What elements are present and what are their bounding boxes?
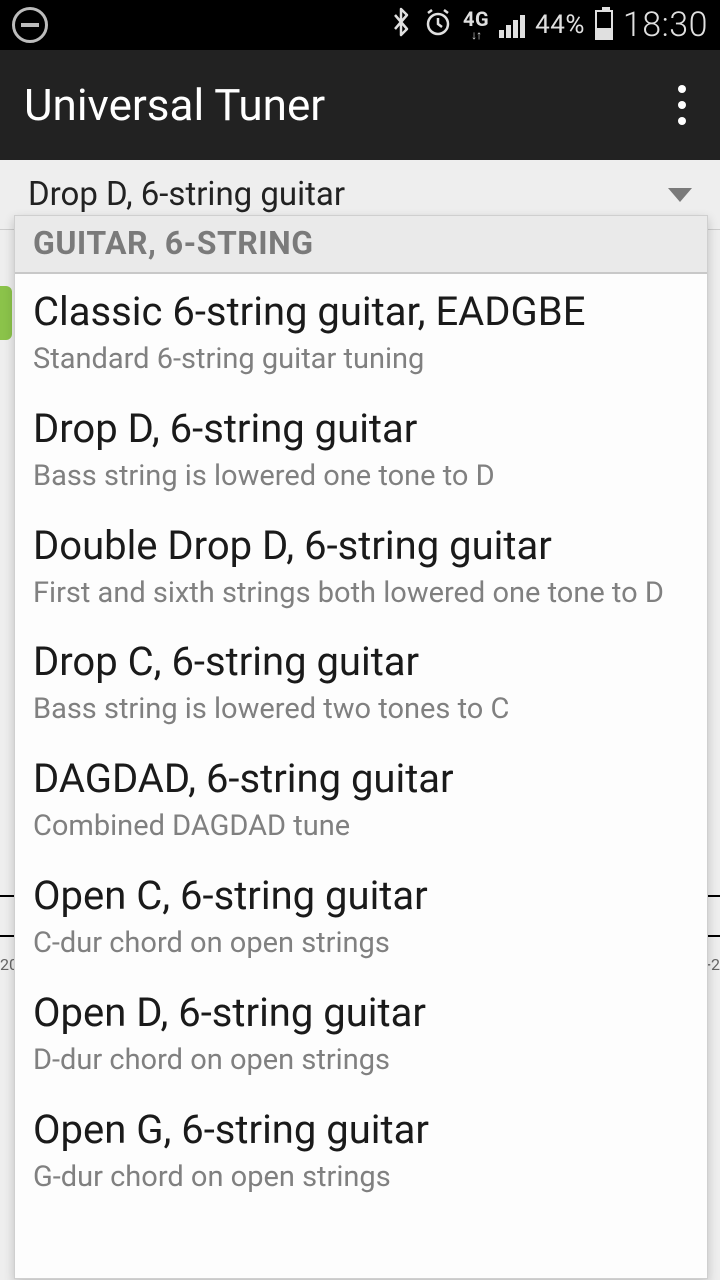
- app-title: Universal Tuner: [24, 79, 325, 131]
- tuning-option[interactable]: DAGDAD, 6-string guitar Combined DAGDAD …: [15, 741, 707, 858]
- tuning-option-subtitle: G-dur chord on open strings: [33, 1160, 689, 1195]
- tuning-option-title: DAGDAD, 6-string guitar: [33, 755, 689, 803]
- chevron-down-icon: [668, 188, 692, 202]
- tuning-spinner-value: Drop D, 6-string guitar: [28, 175, 345, 214]
- tuning-option[interactable]: Open C, 6-string guitar C-dur chord on o…: [15, 858, 707, 975]
- tuning-option-title: Double Drop D, 6-string guitar: [33, 522, 689, 570]
- tuner-indicator: [0, 286, 12, 340]
- status-bar: 4G↓↑ 44% 18:30: [0, 0, 720, 50]
- tuning-option[interactable]: Drop C, 6-string guitar Bass string is l…: [15, 624, 707, 741]
- tuning-option-subtitle: Standard 6-string guitar tuning: [33, 342, 689, 377]
- tuning-option-title: Drop C, 6-string guitar: [33, 638, 689, 686]
- tuning-option-subtitle: Combined DAGDAD tune: [33, 809, 689, 844]
- tuning-option-subtitle: C-dur chord on open strings: [33, 926, 689, 961]
- tuning-option-subtitle: Bass string is lowered two tones to C: [33, 692, 689, 727]
- tuning-option-title: Classic 6-string guitar, EADGBE: [33, 288, 689, 336]
- tuning-option-title: Drop D, 6-string guitar: [33, 405, 689, 453]
- tuning-option-title: Open C, 6-string guitar: [33, 872, 689, 920]
- overflow-menu-button[interactable]: [668, 81, 696, 129]
- tuning-option-subtitle: D-dur chord on open strings: [33, 1043, 689, 1078]
- app-bar: Universal Tuner: [0, 50, 720, 160]
- bluetooth-icon: [389, 7, 413, 44]
- tuning-option-title: Open G, 6-string guitar: [33, 1106, 689, 1154]
- battery-icon: [595, 10, 613, 40]
- dropdown-section-header: GUITAR, 6-STRING: [15, 216, 707, 274]
- tuning-option-subtitle: Bass string is lowered one tone to D: [33, 459, 689, 494]
- tuning-option-title: Open D, 6-string guitar: [33, 989, 689, 1037]
- tuning-dropdown: GUITAR, 6-STRING Classic 6-string guitar…: [14, 215, 708, 1279]
- tuning-option-subtitle: First and sixth strings both lowered one…: [33, 576, 689, 611]
- clock: 18:30: [623, 5, 708, 45]
- alarm-icon: [423, 7, 453, 44]
- tuning-option[interactable]: Open D, 6-string guitar D-dur chord on o…: [15, 975, 707, 1092]
- network-type-icon: 4G↓↑: [463, 9, 489, 41]
- battery-percent: 44%: [535, 10, 585, 40]
- tuning-option[interactable]: Drop D, 6-string guitar Bass string is l…: [15, 391, 707, 508]
- tuning-option[interactable]: Open G, 6-string guitar G-dur chord on o…: [15, 1092, 707, 1209]
- do-not-disturb-icon: [12, 7, 48, 43]
- tuning-option[interactable]: Double Drop D, 6-string guitar First and…: [15, 508, 707, 625]
- signal-icon: [499, 12, 525, 38]
- tuning-option[interactable]: Classic 6-string guitar, EADGBE Standard…: [15, 274, 707, 391]
